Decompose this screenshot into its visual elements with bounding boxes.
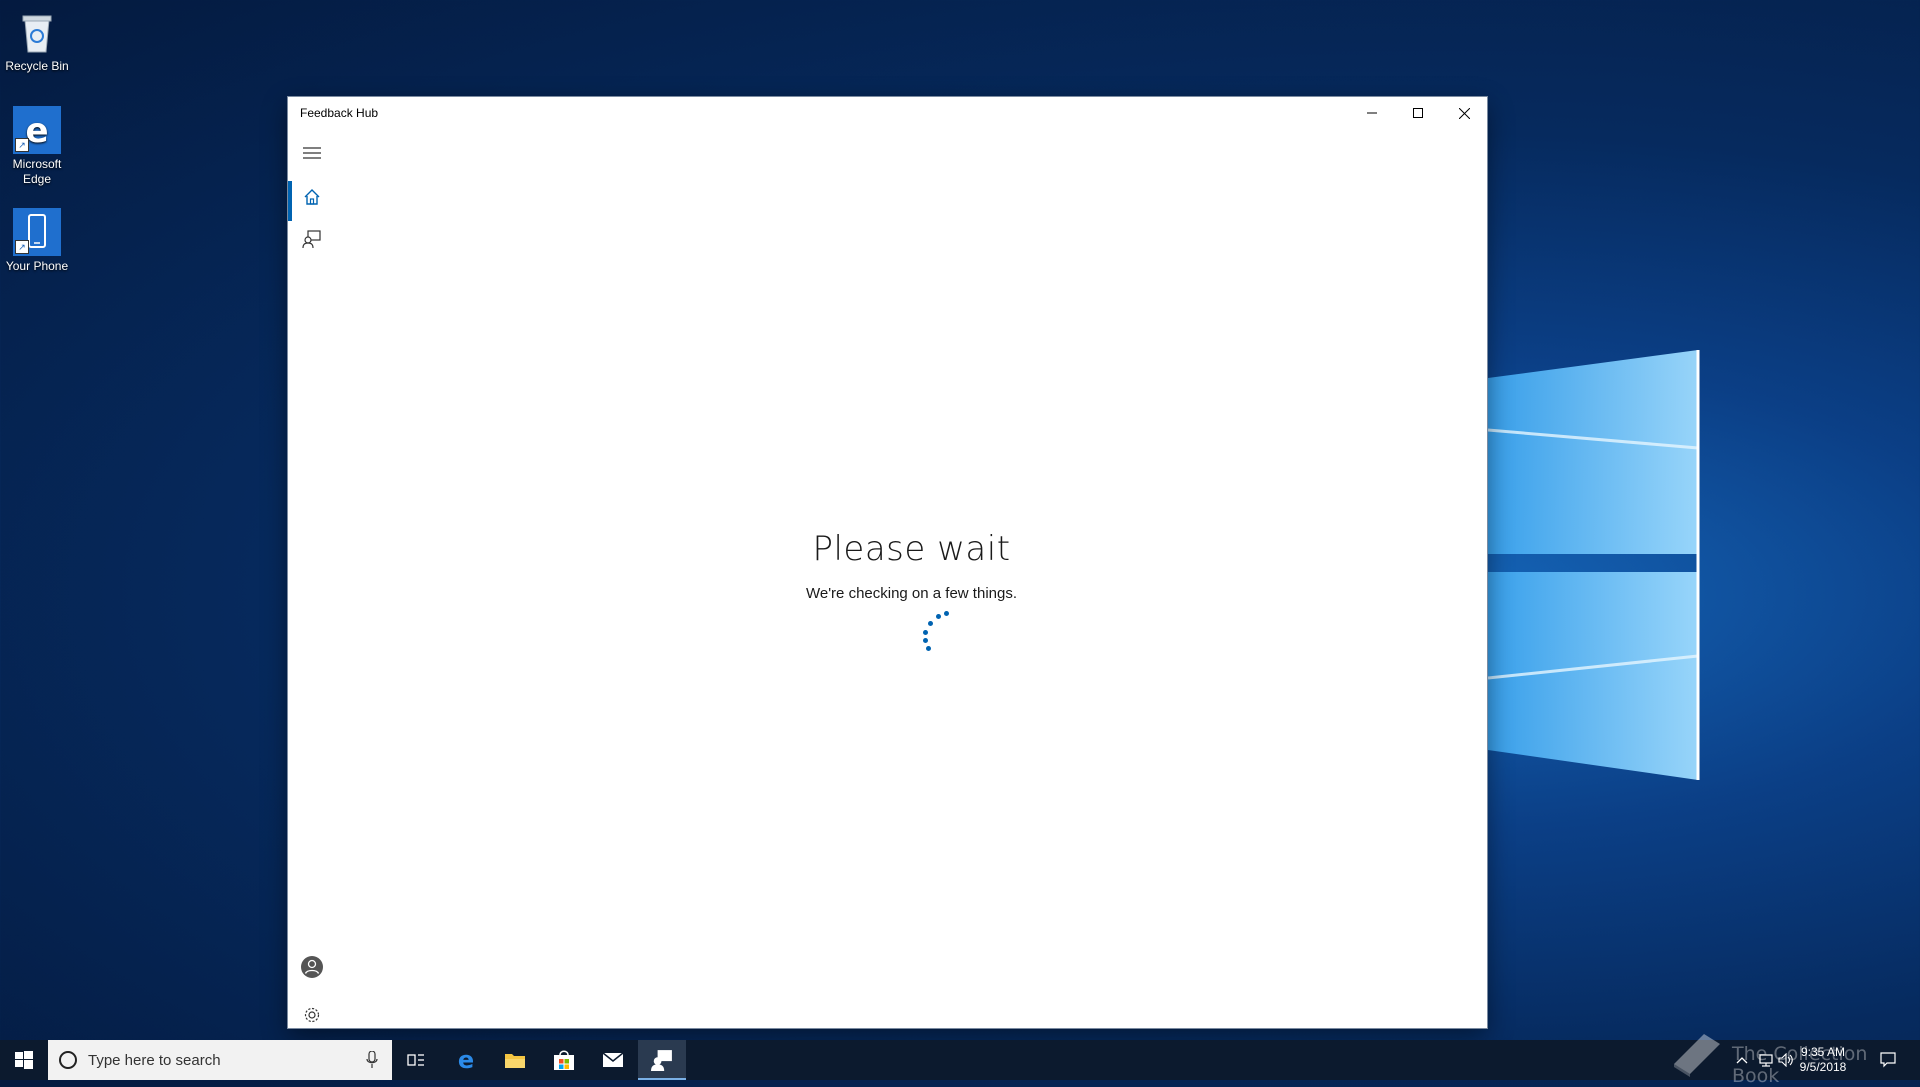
taskbar-file-explorer-button[interactable]	[491, 1040, 539, 1080]
nav-pane	[288, 129, 336, 1028]
feedback-hub-icon	[651, 1050, 672, 1071]
shortcut-arrow-icon: ↗	[15, 138, 29, 152]
task-view-icon	[407, 1054, 424, 1066]
nav-item-feedback[interactable]	[288, 219, 336, 259]
search-placeholder: Type here to search	[88, 1052, 221, 1069]
spinner-dot	[923, 630, 928, 635]
book-watermark-icon	[1674, 1034, 1720, 1077]
desktop-icon-label: Microsoft Edge	[12, 157, 62, 186]
desktop-icon-label: Your Phone	[5, 259, 69, 273]
desktop-icon-recycle-bin[interactable]: Recycle Bin	[0, 8, 74, 74]
shortcut-arrow-icon: ↗	[15, 240, 29, 254]
account-icon	[301, 956, 323, 978]
title-bar[interactable]: Feedback Hub	[288, 97, 1487, 129]
desktop-icon-your-phone[interactable]: ↗ Your Phone	[0, 208, 74, 274]
taskbar: Type here to search e 9:35 AM 9/5/2018	[0, 1040, 1920, 1080]
phone-icon: ↗	[13, 208, 61, 256]
home-icon	[304, 189, 320, 205]
nav-item-home[interactable]	[288, 177, 336, 221]
file-explorer-icon	[505, 1054, 525, 1068]
taskbar-mail-button[interactable]	[589, 1040, 637, 1080]
settings-button[interactable]	[288, 995, 336, 1035]
minimize-button[interactable]	[1349, 97, 1395, 129]
maximize-icon	[1413, 108, 1423, 118]
account-button[interactable]	[288, 947, 336, 987]
page-title: Please wait	[812, 529, 1011, 569]
spinner-dot	[926, 646, 931, 651]
svg-text:e: e	[458, 1048, 474, 1072]
edge-icon: e ↗	[13, 106, 61, 154]
start-button[interactable]	[0, 1040, 48, 1080]
edge-icon: e	[458, 1048, 474, 1072]
settings-gear-icon	[304, 1007, 320, 1023]
mail-icon	[602, 1052, 624, 1067]
window-title: Feedback Hub	[300, 106, 379, 120]
watermark-text: The Collection Book	[1732, 1043, 1868, 1087]
desktop-icon-microsoft-edge[interactable]: e ↗ Microsoft Edge	[0, 106, 74, 187]
main-content: Please wait We're checking on a few thin…	[336, 129, 1487, 1028]
maximize-button[interactable]	[1395, 97, 1441, 129]
taskbar-feedback-hub-button[interactable]	[638, 1040, 686, 1080]
windows-start-icon	[15, 1051, 33, 1069]
spinner-dot	[923, 638, 928, 643]
spinner-dot	[944, 611, 949, 616]
taskbar-search-box[interactable]: Type here to search	[48, 1040, 392, 1080]
loading-spinner	[918, 611, 954, 651]
minimize-icon	[1367, 112, 1377, 114]
hamburger-menu-button[interactable]	[288, 133, 336, 173]
close-icon	[1458, 107, 1470, 119]
spinner-dot	[928, 621, 933, 626]
spinner-dot	[936, 614, 941, 619]
recycle-bin-icon	[13, 8, 61, 56]
task-view-button[interactable]	[392, 1040, 440, 1080]
taskbar-edge-button[interactable]: e	[442, 1040, 490, 1080]
cortana-icon	[59, 1051, 77, 1069]
hamburger-menu-icon	[303, 147, 321, 159]
status-message: We're checking on a few things.	[805, 585, 1018, 602]
microphone-icon[interactable]	[366, 1051, 378, 1069]
desktop-icon-label: Recycle Bin	[5, 59, 69, 73]
feedback-hub-window: Feedback Hub Please wait We're checking …	[288, 97, 1487, 1028]
feedback-icon	[302, 230, 321, 249]
windows-logo-wallpaper	[1488, 350, 1700, 780]
store-icon	[554, 1050, 574, 1070]
taskbar-store-button[interactable]	[540, 1040, 588, 1080]
close-button[interactable]	[1441, 97, 1487, 129]
